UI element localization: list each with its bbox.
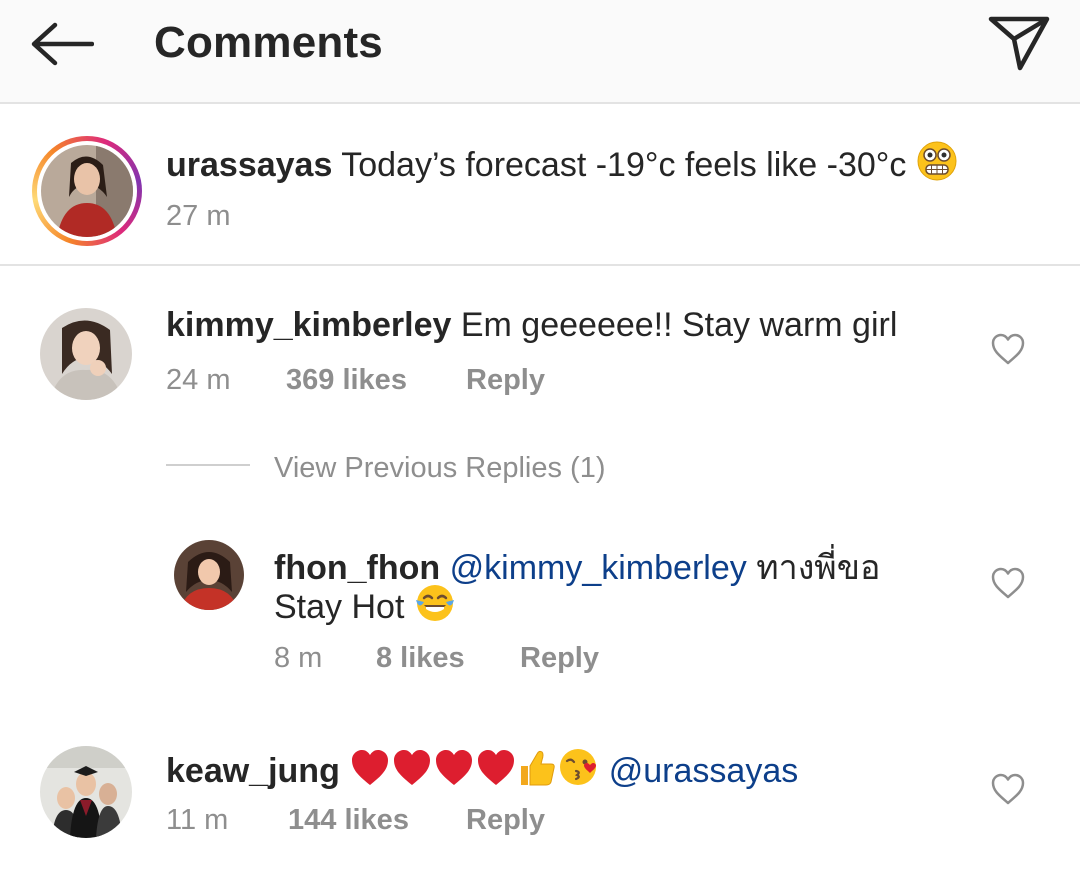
face-blowing-kiss-icon xyxy=(557,746,599,797)
username[interactable]: keaw_jung xyxy=(166,752,340,790)
comment-body: Em geeeeee!! Stay warm girl xyxy=(460,306,898,344)
comment-text: kimmy_kimberley Em geeeeee!! Stay warm g… xyxy=(166,306,897,345)
tears-of-joy-icon xyxy=(414,582,456,633)
comment-time: 11 m xyxy=(166,804,229,836)
story-ring[interactable] xyxy=(32,136,142,246)
avatar xyxy=(41,145,133,237)
mention-link[interactable]: @kimmy_kimberley xyxy=(450,549,747,587)
red-heart-icon xyxy=(475,748,517,797)
back-button[interactable] xyxy=(24,14,100,74)
reply-button[interactable]: Reply xyxy=(466,364,545,397)
avatar[interactable] xyxy=(40,746,132,838)
comment-time: 8 m xyxy=(274,642,323,674)
caption-time: 27 m xyxy=(166,200,231,232)
caption-text: urassayas Today’s forecast -19°c feels l… xyxy=(166,140,958,191)
avatar[interactable] xyxy=(40,308,132,400)
username[interactable]: urassayas xyxy=(166,146,332,184)
comment-text: keaw_jung @urassayas xyxy=(166,746,798,797)
share-button[interactable] xyxy=(984,10,1054,76)
paper-plane-icon xyxy=(988,16,1050,71)
divider xyxy=(166,464,250,466)
arrow-left-icon xyxy=(31,22,94,66)
red-heart-icon xyxy=(349,748,391,797)
comment-time: 24 m xyxy=(166,364,231,396)
reply-button[interactable]: Reply xyxy=(466,804,545,837)
heart-icon[interactable] xyxy=(990,332,1026,366)
thumbs-up-icon xyxy=(517,748,557,797)
like-count[interactable]: 369 likes xyxy=(286,364,407,397)
avatar[interactable] xyxy=(174,540,244,610)
caption-body: Today’s forecast -19°c feels like -30°c xyxy=(341,146,907,184)
like-count[interactable]: 8 likes xyxy=(376,642,465,675)
comment-body: ทางพี่ขอ xyxy=(756,549,881,587)
comment-body: Stay Hot xyxy=(274,588,405,626)
page-title: Comments xyxy=(154,18,383,67)
heart-icon[interactable] xyxy=(990,566,1026,600)
grimacing-face-icon xyxy=(916,140,958,191)
mention-link[interactable]: @urassayas xyxy=(609,752,798,790)
red-heart-icon xyxy=(391,748,433,797)
red-heart-icon xyxy=(433,748,475,797)
view-previous-replies[interactable]: View Previous Replies (1) xyxy=(274,452,606,485)
heart-icon[interactable] xyxy=(990,772,1026,806)
comment-text-line-2: Stay Hot xyxy=(274,582,456,633)
like-count[interactable]: 144 likes xyxy=(288,804,409,837)
reply-button[interactable]: Reply xyxy=(520,642,599,675)
username[interactable]: kimmy_kimberley xyxy=(166,306,451,344)
